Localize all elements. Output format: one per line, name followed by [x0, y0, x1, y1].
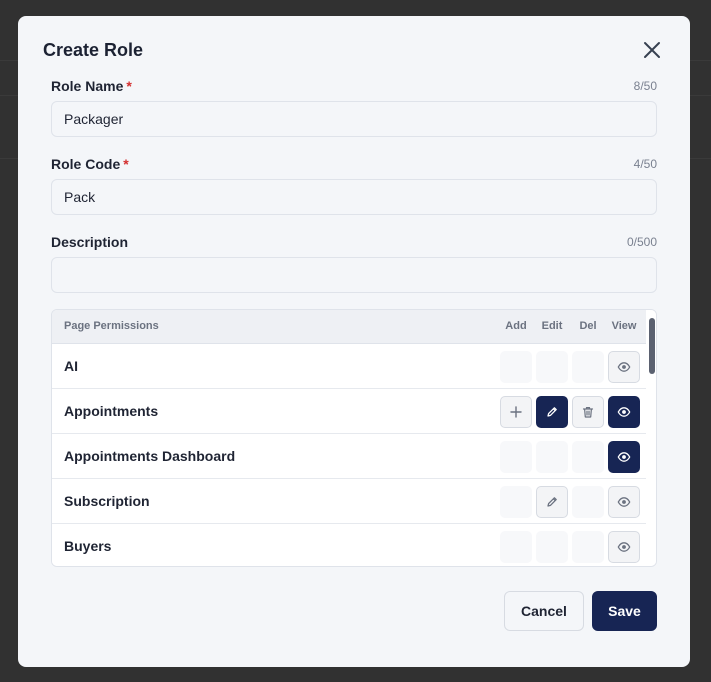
- view-permission-toggle[interactable]: [608, 351, 640, 383]
- add-cell-empty: [500, 486, 532, 518]
- role-name-input[interactable]: [51, 101, 657, 137]
- close-icon: [644, 42, 660, 58]
- eye-icon: [617, 362, 631, 372]
- close-button[interactable]: [640, 38, 664, 62]
- column-view: View: [611, 320, 637, 332]
- required-mark: *: [123, 156, 129, 172]
- view-permission-toggle[interactable]: [608, 396, 640, 428]
- pencil-icon: [547, 497, 557, 507]
- eye-icon: [617, 407, 631, 417]
- save-button[interactable]: Save: [592, 591, 657, 631]
- column-edit: Edit: [541, 320, 563, 332]
- edit-cell-empty: [536, 531, 568, 563]
- permission-row: Buyers: [52, 524, 648, 566]
- scrollbar-thumb[interactable]: [649, 318, 655, 374]
- permission-row-label: Subscription: [64, 493, 150, 509]
- add-cell-empty: [500, 531, 532, 563]
- edit-cell-empty: [536, 351, 568, 383]
- edit-permission-toggle[interactable]: [536, 486, 568, 518]
- permission-row-label: Appointments Dashboard: [64, 448, 236, 464]
- del-cell-empty: [572, 441, 604, 473]
- permission-row: Appointments Dashboard: [52, 434, 648, 479]
- column-add: Add: [505, 320, 527, 332]
- description-counter: 0/500: [626, 235, 657, 249]
- role-code-counter: 4/50: [633, 157, 657, 171]
- role-code-label: Role Code *: [51, 156, 129, 172]
- modal-title: Create Role: [43, 40, 144, 60]
- plus-icon: [510, 406, 522, 418]
- pencil-icon: [547, 407, 557, 417]
- create-role-modal: Create Role Role Name* 8/50 Role Code* 4…: [18, 16, 690, 667]
- role-name-counter: 8/50: [633, 79, 657, 93]
- trash-icon: [582, 407, 594, 418]
- required-mark: *: [126, 78, 132, 94]
- eye-icon: [617, 542, 631, 552]
- permission-row: Subscription: [52, 479, 648, 524]
- role-code-input[interactable]: [51, 179, 657, 215]
- view-permission-toggle[interactable]: [608, 441, 640, 473]
- add-cell-empty: [500, 351, 532, 383]
- add-permission-toggle[interactable]: [500, 396, 532, 428]
- permission-row-label: Appointments: [64, 403, 159, 419]
- view-permission-toggle[interactable]: [608, 486, 640, 518]
- page-permissions-table: Page Permissions Add Edit Del View AI App…: [51, 309, 657, 567]
- permission-row-label: AI: [64, 358, 78, 374]
- cancel-button[interactable]: Cancel: [504, 591, 584, 631]
- del-permission-toggle[interactable]: [572, 396, 604, 428]
- permissions-header-title: Page Permissions: [64, 320, 159, 332]
- del-cell-empty: [572, 351, 604, 383]
- permissions-header: Page Permissions Add Edit Del View: [52, 310, 656, 344]
- edit-cell-empty: [536, 441, 568, 473]
- description-input[interactable]: [51, 257, 657, 293]
- del-cell-empty: [572, 486, 604, 518]
- description-label: Description: [51, 234, 129, 250]
- del-cell-empty: [572, 531, 604, 563]
- permission-row-label: Buyers: [64, 538, 112, 554]
- permission-row: Appointments: [52, 389, 648, 434]
- view-permission-toggle[interactable]: [608, 531, 640, 563]
- permissions-scrollbar[interactable]: [646, 310, 656, 566]
- permission-row: AI: [52, 344, 648, 389]
- role-name-label: Role Name *: [51, 78, 132, 94]
- add-cell-empty: [500, 441, 532, 473]
- column-del: Del: [579, 320, 597, 332]
- edit-permission-toggle[interactable]: [536, 396, 568, 428]
- eye-icon: [617, 452, 631, 462]
- eye-icon: [617, 497, 631, 507]
